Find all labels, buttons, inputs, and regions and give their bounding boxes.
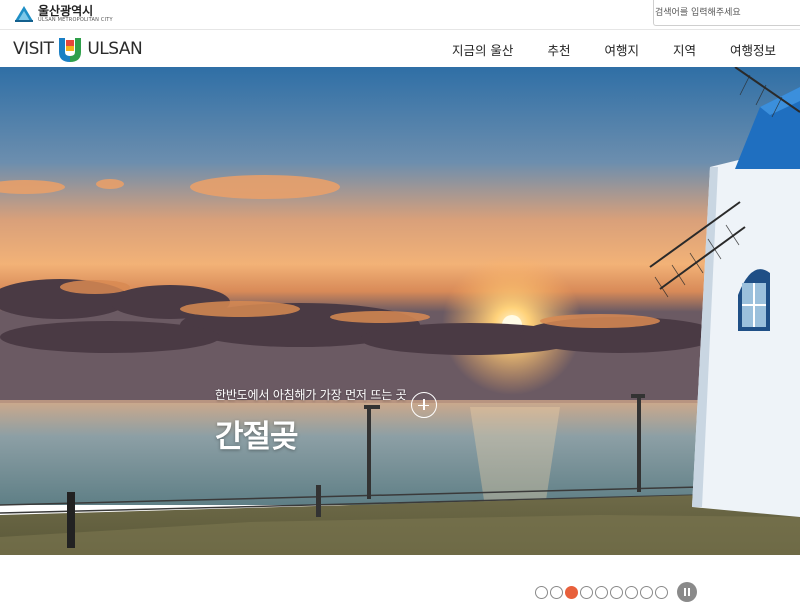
hero-subtitle: 한반도에서 아침해가 가장 먼저 뜨는 곳 bbox=[215, 388, 407, 402]
hero-caption: 한반도에서 아침해가 가장 먼저 뜨는 곳 간절곶 bbox=[215, 386, 407, 456]
slide-dot-7[interactable] bbox=[625, 585, 638, 599]
slide-dot-1[interactable] bbox=[535, 585, 548, 599]
hero-sunrise-image bbox=[0, 67, 800, 555]
main-menu: 지금의 울산 추천 여행지 지역 여행정보 bbox=[435, 31, 800, 67]
plus-circle-icon[interactable] bbox=[411, 392, 437, 418]
hero-slide[interactable]: 한반도에서 아침해가 가장 먼저 뜨는 곳 간절곶 bbox=[0, 67, 800, 555]
slide-pager bbox=[535, 582, 697, 602]
brand-word-right: ULSAN bbox=[87, 39, 143, 59]
visit-ulsan-logo[interactable]: VISIT ULSAN bbox=[13, 36, 143, 62]
top-utility-bar: 울산광역시 ULSAN METROPOLITAN CITY bbox=[0, 0, 800, 30]
nav-item-travel-info[interactable]: 여행정보 bbox=[713, 40, 800, 59]
city-name: 울산광역시 bbox=[38, 3, 94, 18]
nav-item-now-ulsan[interactable]: 지금의 울산 bbox=[435, 40, 530, 59]
slide-dot-3-active[interactable] bbox=[565, 585, 578, 599]
slide-dot-5[interactable] bbox=[595, 585, 608, 599]
nav-item-recommend[interactable]: 추천 bbox=[530, 40, 587, 59]
ulsan-city-emblem-icon bbox=[15, 6, 33, 22]
slide-dot-6[interactable] bbox=[610, 585, 623, 599]
ulsan-u-logo-icon bbox=[59, 38, 82, 62]
nav-item-destinations[interactable]: 여행지 bbox=[587, 40, 656, 59]
nav-item-regions[interactable]: 지역 bbox=[656, 40, 713, 59]
search-box bbox=[653, 0, 800, 26]
slide-dot-9[interactable] bbox=[655, 585, 668, 599]
brand-word-left: VISIT bbox=[13, 39, 54, 59]
pause-icon[interactable] bbox=[677, 582, 697, 602]
search-input[interactable] bbox=[654, 0, 800, 26]
hero-title: 간절곶 bbox=[215, 419, 299, 455]
slide-dot-2[interactable] bbox=[550, 585, 563, 599]
main-navbar: VISIT ULSAN 지금의 울산 추천 여행지 지역 여행정보 bbox=[0, 31, 800, 67]
city-name-en: ULSAN METROPOLITAN CITY bbox=[38, 16, 113, 23]
slide-dot-8[interactable] bbox=[640, 585, 653, 599]
ulsan-city-logo[interactable]: 울산광역시 ULSAN METROPOLITAN CITY bbox=[14, 3, 113, 25]
slide-dot-4[interactable] bbox=[580, 585, 593, 599]
